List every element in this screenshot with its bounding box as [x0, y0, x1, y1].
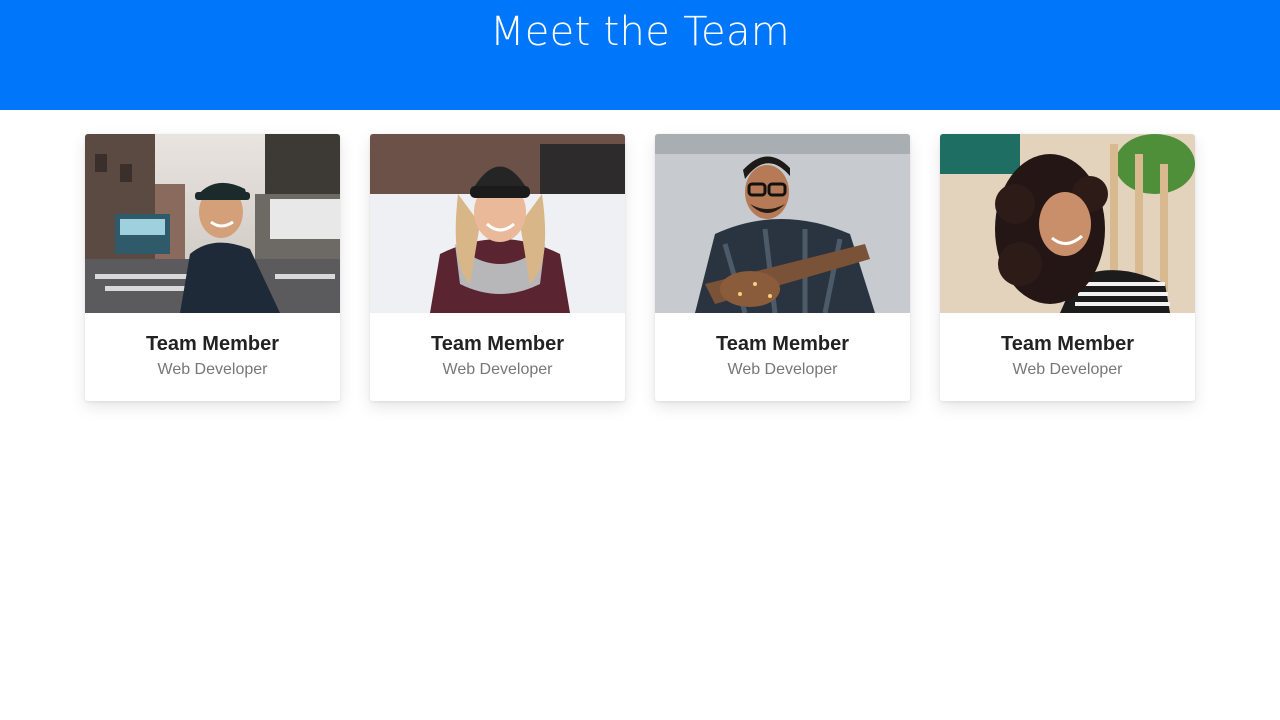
team-member-photo: [655, 134, 910, 313]
team-card[interactable]: Team Member Web Developer: [85, 134, 340, 401]
team-member-name: Team Member: [1000, 333, 1134, 355]
team-member-photo: [940, 134, 1195, 313]
team-member-role: Web Developer: [1012, 361, 1123, 378]
team-member-role: Web Developer: [442, 361, 553, 378]
team-member-photo: [85, 134, 340, 313]
team-card[interactable]: Team Member Web Developer: [370, 134, 625, 401]
team-member-role: Web Developer: [727, 361, 838, 378]
team-card[interactable]: Team Member Web Developer: [655, 134, 910, 401]
team-member-photo: [370, 134, 625, 313]
team-member-role: Web Developer: [157, 361, 268, 378]
team-cards: Team Member Web Developer Team Member We…: [0, 134, 1280, 434]
team-member-name: Team Member: [715, 333, 849, 355]
page-title: Meet the Team: [489, 9, 791, 55]
page-header: Meet the Team: [0, 0, 1280, 110]
team-member-name: Team Member: [145, 333, 279, 355]
team-card[interactable]: Team Member Web Developer: [940, 134, 1195, 401]
team-member-name: Team Member: [430, 333, 564, 355]
